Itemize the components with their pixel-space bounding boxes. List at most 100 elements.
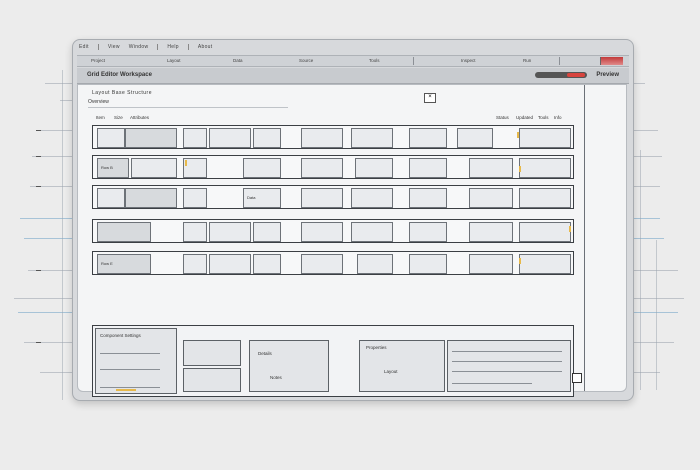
menu-separator — [97, 44, 99, 50]
menu-item-edit[interactable]: Edit — [79, 44, 89, 50]
component-settings-panel[interactable]: Component Settings — [95, 328, 177, 394]
toolbar-item-source[interactable]: Source — [299, 58, 313, 63]
header-tools[interactable]: Tools — [538, 115, 549, 120]
row-cell[interactable] — [519, 128, 571, 148]
toolbar-item-data[interactable]: Data — [233, 58, 243, 63]
sub-panel[interactable] — [183, 368, 241, 392]
table-row[interactable] — [92, 125, 574, 149]
guide-line — [656, 240, 657, 390]
row-cell[interactable]: Row E — [97, 254, 151, 274]
row-cell[interactable] — [301, 254, 343, 274]
sub-panel[interactable] — [183, 340, 241, 366]
guide-tick — [36, 342, 41, 343]
row-cell[interactable] — [209, 128, 251, 148]
status-marker — [517, 132, 519, 138]
row-cell[interactable] — [457, 128, 493, 148]
row-cell[interactable] — [409, 128, 447, 148]
row-cell[interactable] — [355, 158, 393, 178]
row-cell[interactable]: Row B — [97, 158, 129, 178]
row-name: Row B — [101, 165, 113, 170]
row-cell[interactable] — [125, 188, 177, 208]
row-cell[interactable] — [97, 222, 151, 242]
table-row[interactable] — [92, 219, 574, 243]
close-icon[interactable]: × — [424, 93, 436, 103]
row-cell[interactable] — [469, 188, 513, 208]
row-value: Data — [247, 195, 256, 200]
guide-tick — [36, 186, 41, 187]
row-cell[interactable] — [183, 128, 207, 148]
row-cell[interactable] — [183, 188, 207, 208]
row-cell[interactable] — [243, 158, 281, 178]
component-settings-label: Component Settings — [100, 333, 141, 338]
toolbar-item-tools[interactable]: Tools — [369, 58, 380, 63]
menu-item-view[interactable]: View — [108, 44, 120, 50]
row-cell[interactable] — [409, 188, 447, 208]
breadcrumb[interactable]: Layout Base Structure — [92, 90, 152, 96]
row-cell[interactable] — [469, 222, 513, 242]
menu-item-help[interactable]: Help — [167, 44, 178, 50]
mode-toggle[interactable] — [535, 72, 587, 78]
details-panel[interactable]: Details Notes — [249, 340, 329, 392]
row-cell[interactable] — [97, 188, 125, 208]
row-cell[interactable] — [469, 254, 513, 274]
list-panel[interactable] — [447, 340, 571, 392]
row-cell[interactable] — [519, 188, 571, 208]
row-cell[interactable] — [253, 128, 281, 148]
row-cell[interactable] — [301, 188, 343, 208]
row-cell[interactable] — [301, 222, 343, 242]
row-cell[interactable] — [209, 222, 251, 242]
header-size[interactable]: Size — [114, 115, 123, 120]
menu-item-window[interactable]: Window — [129, 44, 149, 50]
row-cell[interactable] — [519, 158, 571, 178]
toolbar-item-layout[interactable]: Layout — [167, 58, 181, 63]
table-row[interactable]: Row E — [92, 251, 574, 275]
row-cell[interactable] — [301, 128, 343, 148]
properties-label: Properties — [366, 345, 387, 350]
row-cell[interactable] — [183, 254, 207, 274]
record-indicator[interactable] — [600, 57, 623, 65]
row-cell[interactable] — [469, 158, 513, 178]
row-cell[interactable] — [125, 128, 177, 148]
row-cell[interactable] — [519, 254, 571, 274]
properties-panel[interactable]: Properties Layout — [359, 340, 445, 392]
resize-handle[interactable] — [572, 373, 582, 383]
row-cell[interactable] — [351, 222, 393, 242]
row-cell[interactable] — [519, 222, 571, 242]
row-cell[interactable] — [209, 254, 251, 274]
header-info[interactable]: Info — [554, 115, 562, 120]
row-cell[interactable] — [183, 222, 207, 242]
preview-label[interactable]: Preview — [596, 72, 619, 78]
details-label: Details — [258, 351, 272, 356]
row-cell[interactable] — [253, 254, 281, 274]
header-status[interactable]: Status — [496, 115, 509, 120]
row-cell[interactable] — [357, 254, 393, 274]
menu-bar: Edit View Window Help About — [79, 41, 627, 53]
app-window: Edit View Window Help About Project Layo… — [72, 39, 634, 401]
header-item[interactable]: Item — [96, 115, 105, 120]
toolbar-item-run[interactable]: Run — [523, 58, 531, 63]
header-updated[interactable]: Updated — [516, 115, 533, 120]
list-line — [452, 383, 532, 384]
table-row[interactable]: Row B — [92, 155, 574, 179]
header-attributes[interactable]: Attributes — [130, 115, 149, 120]
row-cell[interactable] — [409, 158, 447, 178]
guide-tick — [36, 270, 41, 271]
row-cell[interactable] — [351, 188, 393, 208]
table-row[interactable]: Data — [92, 185, 574, 209]
menu-separator — [157, 44, 159, 50]
row-cell[interactable] — [351, 128, 393, 148]
row-cell[interactable] — [131, 158, 177, 178]
row-cell[interactable] — [253, 222, 281, 242]
menu-item-about[interactable]: About — [198, 44, 213, 50]
toolbar-item-project[interactable]: Project — [91, 58, 105, 63]
breadcrumb-divider — [88, 107, 288, 108]
list-line — [452, 361, 562, 362]
row-cell[interactable] — [301, 158, 343, 178]
row-cell[interactable] — [409, 222, 447, 242]
row-cell[interactable] — [97, 128, 125, 148]
settings-line — [100, 369, 160, 370]
toolbar-item-inspect[interactable]: Inspect — [461, 58, 476, 63]
row-cell[interactable] — [409, 254, 447, 274]
row-cell[interactable]: Data — [243, 188, 281, 208]
guide-tick — [36, 130, 41, 131]
